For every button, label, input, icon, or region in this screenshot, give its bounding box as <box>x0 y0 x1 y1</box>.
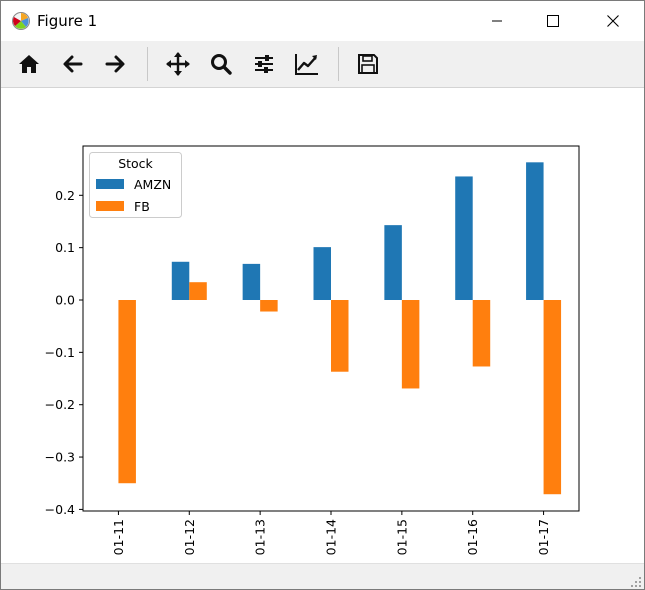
resize-grip-icon[interactable] <box>630 576 642 588</box>
y-tick-label: −0.2 <box>45 397 75 412</box>
move-icon <box>166 52 190 76</box>
minimize-icon <box>492 20 502 22</box>
figure-window: Figure 1 0.2 0.1 0.0 −0.1 −0.2 −0.3 −0.4… <box>0 0 645 590</box>
bar-fb-01-15 <box>401 300 420 389</box>
y-tick-label: −0.4 <box>45 502 75 517</box>
bar-fb-01-14 <box>331 300 349 372</box>
window-title: Figure 1 <box>37 12 98 30</box>
forward-button[interactable] <box>98 48 132 80</box>
bar-fb-01-16 <box>472 300 491 367</box>
home-button[interactable] <box>12 48 46 80</box>
save-button[interactable] <box>351 48 385 80</box>
bar-amzn-01-14 <box>313 247 331 300</box>
y-tick-label: −0.3 <box>45 450 75 465</box>
legend-swatch-amzn <box>96 179 124 189</box>
x-tick-label: 01-13 <box>253 519 268 555</box>
legend-swatch-fb <box>96 201 124 211</box>
zoom-button[interactable] <box>204 48 238 80</box>
bars-group <box>118 162 562 495</box>
arrow-left-icon <box>63 55 83 73</box>
close-button[interactable] <box>590 1 636 41</box>
close-icon <box>607 15 619 27</box>
title-bar[interactable]: Figure 1 <box>1 1 644 41</box>
x-axis: 01-11 01-12 01-13 01-14 01-15 01-16 01-17 <box>111 511 551 555</box>
bar-amzn-01-16 <box>455 176 473 300</box>
x-tick-label: 01-16 <box>465 519 480 555</box>
x-tick-label: 01-11 <box>111 519 126 555</box>
x-tick-label: 01-17 <box>536 519 551 555</box>
bar-amzn-01-12 <box>171 261 190 300</box>
floppy-disk-icon <box>358 54 378 74</box>
x-tick-label: 01-14 <box>324 519 339 555</box>
bar-fb-01-12 <box>189 282 207 300</box>
bar-chart: 0.20.10.0−0.1−0.2−0.3−0.4 01-11 01-12 01-1… <box>45 145 580 555</box>
navigation-toolbar <box>1 41 644 88</box>
y-tick-label: 0.2 <box>55 188 75 203</box>
home-icon <box>19 55 39 73</box>
line-chart-icon <box>295 54 318 75</box>
bar-fb-01-11 <box>118 300 136 484</box>
sliders-icon <box>255 55 273 73</box>
y-tick-label: 0.1 <box>55 240 75 255</box>
back-button[interactable] <box>56 48 90 80</box>
bar-fb-01-13 <box>260 300 278 312</box>
bar-amzn-01-13 <box>242 263 261 300</box>
magnifier-icon <box>211 54 232 75</box>
toolbar-separator <box>147 47 148 81</box>
matplotlib-logo-icon <box>12 12 30 30</box>
bar-amzn-01-17 <box>526 162 544 300</box>
maximize-icon <box>547 15 559 27</box>
toolbar-separator <box>338 47 339 81</box>
y-axis: 0.2 0.1 0.0 −0.1 −0.2 −0.3 −0.4 <box>45 188 83 517</box>
x-tick-label: 01-12 <box>182 519 197 555</box>
subplots-button[interactable] <box>247 48 281 80</box>
y-tick-label: 0.0 <box>55 293 75 308</box>
minimize-button[interactable] <box>474 1 520 41</box>
legend: Stock AMZN FB <box>89 152 182 218</box>
legend-label-amzn: AMZN <box>134 177 171 192</box>
x-tick-label: 01-15 <box>394 519 409 555</box>
bar-fb-01-17 <box>543 300 562 495</box>
y-tick-label: −0.1 <box>45 345 75 360</box>
legend-title: Stock <box>118 156 153 171</box>
arrow-right-icon <box>105 55 125 73</box>
figure-canvas[interactable]: 0.2 0.1 0.0 −0.1 −0.2 −0.3 −0.4 01-11 01-12 01-1… <box>1 88 644 562</box>
pan-button[interactable] <box>161 48 195 80</box>
maximize-button[interactable] <box>530 1 576 41</box>
customize-button[interactable] <box>290 48 324 80</box>
legend-label-fb: FB <box>134 199 150 214</box>
status-bar <box>1 563 644 589</box>
bar-amzn-01-15 <box>384 225 402 300</box>
